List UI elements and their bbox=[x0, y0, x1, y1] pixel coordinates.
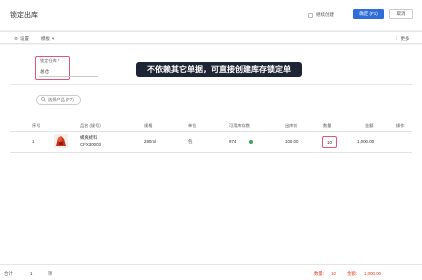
warehouse-underline bbox=[39, 76, 98, 77]
total-count: 1 bbox=[30, 270, 33, 276]
continue-create-checkbox[interactable] bbox=[308, 12, 313, 18]
column-header-name: 品名 (规号) bbox=[80, 123, 101, 128]
toolbar: ⚙ 设置 模板 ▾ ⋮ 更多 bbox=[0, 31, 422, 44]
template-label: 模板 bbox=[41, 35, 50, 41]
product-code: CFX30003 bbox=[80, 142, 101, 147]
confirm-button[interactable]: 确定 (F1) bbox=[353, 9, 384, 19]
settings-label: 设置 bbox=[20, 35, 30, 41]
page-header: 锁定出库 继续创建 确定 (F1) 取消 bbox=[0, 0, 422, 30]
footer-amount-value: 1,000.00 bbox=[364, 270, 382, 276]
page-title: 锁定出库 bbox=[10, 12, 38, 19]
column-header-unit: 单位 bbox=[188, 123, 197, 128]
total-label: 合计 bbox=[4, 270, 13, 276]
quantity-input[interactable]: 10 bbox=[322, 136, 337, 148]
column-header-actions: 操作 bbox=[396, 123, 405, 128]
table-header-divider bbox=[10, 131, 412, 132]
footer-qty-value: 10 bbox=[331, 270, 336, 276]
stock-status-icon bbox=[249, 140, 253, 144]
product-spec: 280ml bbox=[144, 139, 156, 144]
available-stock: 974 bbox=[229, 139, 237, 144]
cancel-button[interactable]: 取消 bbox=[389, 9, 413, 19]
row-amount: 1,000.00 bbox=[357, 139, 375, 144]
column-header-available: 可用库存数 bbox=[229, 123, 250, 128]
product-unit: 包 bbox=[188, 139, 193, 144]
section-divider bbox=[10, 84, 412, 85]
continue-create-toggle[interactable]: 继续创建 bbox=[308, 12, 334, 18]
settings-button[interactable]: ⚙ 设置 bbox=[14, 36, 29, 42]
select-product-label: 选择产品 (F7) bbox=[48, 97, 74, 102]
warehouse-label: 锁定仓库 * bbox=[40, 58, 60, 63]
chevron-down-icon: ▾ bbox=[52, 35, 55, 41]
product-thumbnail bbox=[54, 134, 68, 148]
column-header-spec: 规格 bbox=[144, 123, 153, 128]
item-unit-label: 项 bbox=[48, 270, 53, 276]
table-row-divider bbox=[10, 152, 412, 153]
column-header-quantity: 数量 bbox=[323, 123, 332, 128]
gear-icon: ⚙ bbox=[14, 35, 19, 41]
product-name: 蠔爽蚝料 bbox=[80, 135, 98, 140]
main-content: 锁定仓库 * 总仓 不依赖其它单据，可直接创建库存锁定单 选择产品 (F7) 序… bbox=[0, 45, 422, 264]
column-header-amount: 金额 bbox=[365, 123, 374, 128]
search-icon bbox=[41, 97, 46, 103]
select-product-button[interactable]: 选择产品 (F7) bbox=[36, 95, 81, 105]
outbound-price[interactable]: 100.00 bbox=[285, 139, 298, 144]
column-header-index: 序号 bbox=[32, 123, 41, 128]
template-dropdown[interactable]: 模板 ▾ bbox=[41, 36, 54, 42]
summary-footer: 合计 1 项 数量: 10 金额: 1,000.00 bbox=[0, 264, 422, 280]
row-index: 1 bbox=[32, 139, 35, 144]
column-header-price: 出库价 bbox=[285, 123, 298, 128]
more-icon: ⋮ bbox=[394, 35, 399, 41]
continue-create-label: 继续创建 bbox=[316, 12, 334, 17]
more-label: 更多 bbox=[400, 35, 410, 41]
warehouse-select[interactable]: 总仓 bbox=[40, 69, 49, 75]
tip-banner: 不依赖其它单据，可直接创建库存锁定单 bbox=[136, 62, 302, 77]
more-button[interactable]: ⋮ 更多 bbox=[394, 36, 410, 42]
footer-amount-label: 金额: bbox=[347, 270, 358, 276]
footer-qty-label: 数量: bbox=[314, 270, 325, 276]
